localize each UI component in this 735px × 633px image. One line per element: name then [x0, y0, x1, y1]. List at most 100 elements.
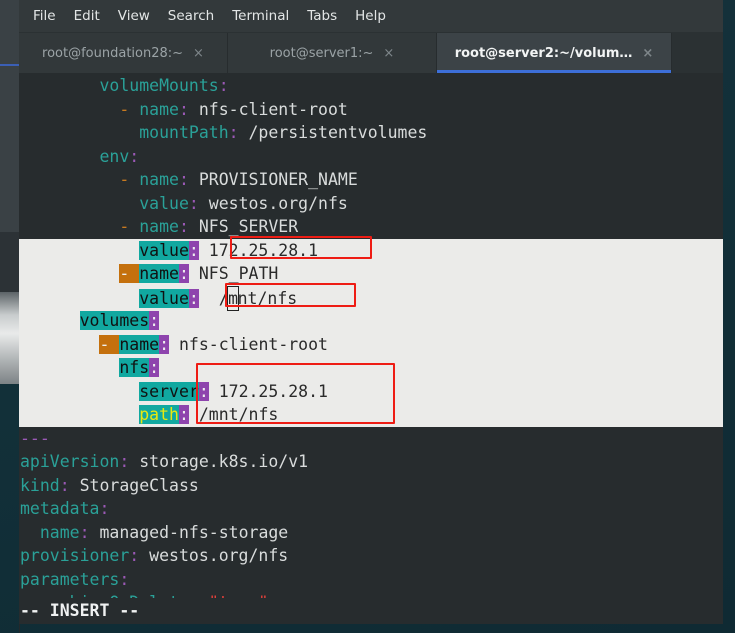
yaml-line: value: /mnt/nfs — [19, 285, 723, 311]
yaml-list-dash: - — [119, 217, 140, 236]
yaml-indent — [20, 170, 119, 189]
yaml-list-dash: - — [119, 264, 140, 283]
yaml-line: value: 172.25.28.1 — [19, 239, 723, 263]
yaml-key: metadata — [20, 499, 100, 518]
vim-editor-buffer[interactable]: volumeMounts: - name: nfs-client-root mo… — [19, 73, 723, 624]
yaml-value: /persistentvolumes — [238, 123, 428, 142]
yaml-indent — [20, 100, 119, 119]
yaml-key: mountPath — [139, 123, 229, 142]
yaml-key: name — [139, 264, 179, 283]
menu-item-help[interactable]: Help — [346, 5, 395, 27]
yaml-indent — [20, 382, 139, 401]
yaml-value: StorageClass — [69, 475, 199, 495]
yaml-indent — [20, 264, 119, 283]
yaml-line: env: — [19, 145, 723, 169]
menu-item-tabs[interactable]: Tabs — [298, 5, 346, 27]
close-icon[interactable]: × — [383, 47, 394, 60]
yaml-indent — [20, 76, 99, 95]
tab-bar: root@foundation28:~ × root@server1:~ × r… — [19, 33, 723, 73]
tab-server1[interactable]: root@server1:~ × — [228, 33, 437, 73]
yaml-line: value: westos.org/nfs — [19, 192, 723, 216]
menu-item-terminal[interactable]: Terminal — [223, 5, 298, 27]
yaml-key: value — [139, 193, 189, 213]
yaml-key: name — [139, 99, 179, 119]
background-window-strip-top — [0, 0, 20, 232]
yaml-key: name — [139, 217, 179, 236]
desktop-background: File Edit View Search Terminal Tabs Help… — [0, 0, 735, 633]
yaml-list-dash: - — [119, 170, 140, 189]
yaml-colon: : — [188, 240, 199, 260]
terminal-window: File Edit View Search Terminal Tabs Help… — [19, 0, 723, 624]
yaml-key: value — [139, 240, 189, 260]
tab-label: root@server2:~/volum… — [454, 45, 633, 61]
menu-item-search[interactable]: Search — [159, 5, 223, 27]
yaml-line: provisioner: westos.org/nfs — [19, 544, 723, 568]
yaml-indent — [20, 217, 119, 236]
yaml-colon: : — [119, 569, 130, 589]
background-window-panel — [0, 292, 20, 384]
yaml-colon: : — [129, 546, 140, 565]
yaml-indent — [20, 123, 139, 142]
menu-item-edit[interactable]: Edit — [65, 5, 109, 27]
yaml-line: --- — [19, 427, 723, 451]
yaml-line: - name: nfs-client-root — [19, 333, 723, 357]
yaml-value: westos.org/nfs — [139, 546, 289, 565]
yaml-line: name: managed-nfs-storage — [19, 521, 723, 545]
vim-status-line: -- INSERT -- — [19, 598, 723, 624]
yaml-colon: : — [178, 405, 189, 424]
background-window-accent-line — [0, 64, 19, 66]
yaml-colon: : — [188, 288, 199, 308]
yaml-colon: : — [228, 123, 239, 142]
yaml-key: name — [39, 522, 80, 542]
yaml-value: NFS_PATH — [188, 264, 279, 283]
yaml-colon: : — [59, 475, 70, 495]
yaml-key: nfs — [119, 358, 150, 377]
yaml-list-dash: - — [119, 99, 140, 119]
menu-item-file[interactable]: File — [24, 5, 65, 27]
yaml-indent — [20, 405, 139, 424]
tab-label: root@server1:~ — [269, 45, 374, 61]
yaml-key: env — [99, 146, 130, 166]
tab-bar-empty-area — [672, 33, 723, 73]
yaml-key: name — [139, 170, 179, 189]
yaml-colon: : — [188, 193, 199, 213]
yaml-key: name — [119, 334, 160, 354]
yaml-value: nfs-client-root — [188, 99, 348, 119]
yaml-line: - name: NFS_SERVER — [19, 215, 723, 239]
menu-item-view[interactable]: View — [109, 5, 159, 27]
yaml-lines-top: volumeMounts: - name: nfs-client-root mo… — [19, 74, 723, 239]
yaml-colon: : — [149, 311, 160, 330]
yaml-indent — [20, 358, 119, 377]
yaml-lines-selected: value: 172.25.28.1 - name: NFS_PATH valu… — [19, 239, 723, 427]
background-window-strip-middle — [0, 232, 20, 292]
close-icon[interactable]: × — [642, 47, 653, 60]
close-icon[interactable]: × — [193, 47, 204, 60]
yaml-colon: : — [99, 499, 110, 518]
yaml-line: mountPath: /persistentvolumes — [19, 121, 723, 145]
yaml-key: server — [139, 381, 199, 401]
yaml-key: path — [139, 405, 179, 424]
yaml-lines-bottom: --- apiVersion: storage.k8s.io/v1 kind: St… — [19, 427, 723, 615]
yaml-colon: : — [178, 170, 189, 189]
yaml-colon: : — [119, 452, 130, 471]
menu-bar: File Edit View Search Terminal Tabs Help — [19, 0, 723, 33]
yaml-value: PROVISIONER_NAME — [188, 170, 358, 189]
yaml-indent — [20, 289, 139, 308]
yaml-line: apiVersion: storage.k8s.io/v1 — [19, 450, 723, 474]
tab-server2-volumes[interactable]: root@server2:~/volum… × — [437, 33, 672, 73]
yaml-line: kind: StorageClass — [19, 474, 723, 498]
yaml-colon: : — [79, 522, 90, 542]
yaml-line: nfs: — [19, 356, 723, 380]
yaml-value: 172.25.28.1 — [198, 240, 319, 260]
yaml-key: parameters — [20, 569, 120, 589]
yaml-value: /mnt/nfs — [199, 285, 297, 311]
yaml-indent — [20, 147, 99, 166]
tab-foundation28[interactable]: root@foundation28:~ × — [19, 33, 228, 73]
yaml-key: value — [139, 288, 189, 308]
yaml-indent — [20, 194, 139, 213]
yaml-colon: : — [198, 381, 209, 401]
yaml-key: apiVersion — [20, 452, 120, 471]
yaml-indent — [20, 241, 139, 260]
yaml-value: NFS_SERVER — [188, 217, 299, 236]
yaml-colon: : — [159, 334, 170, 354]
